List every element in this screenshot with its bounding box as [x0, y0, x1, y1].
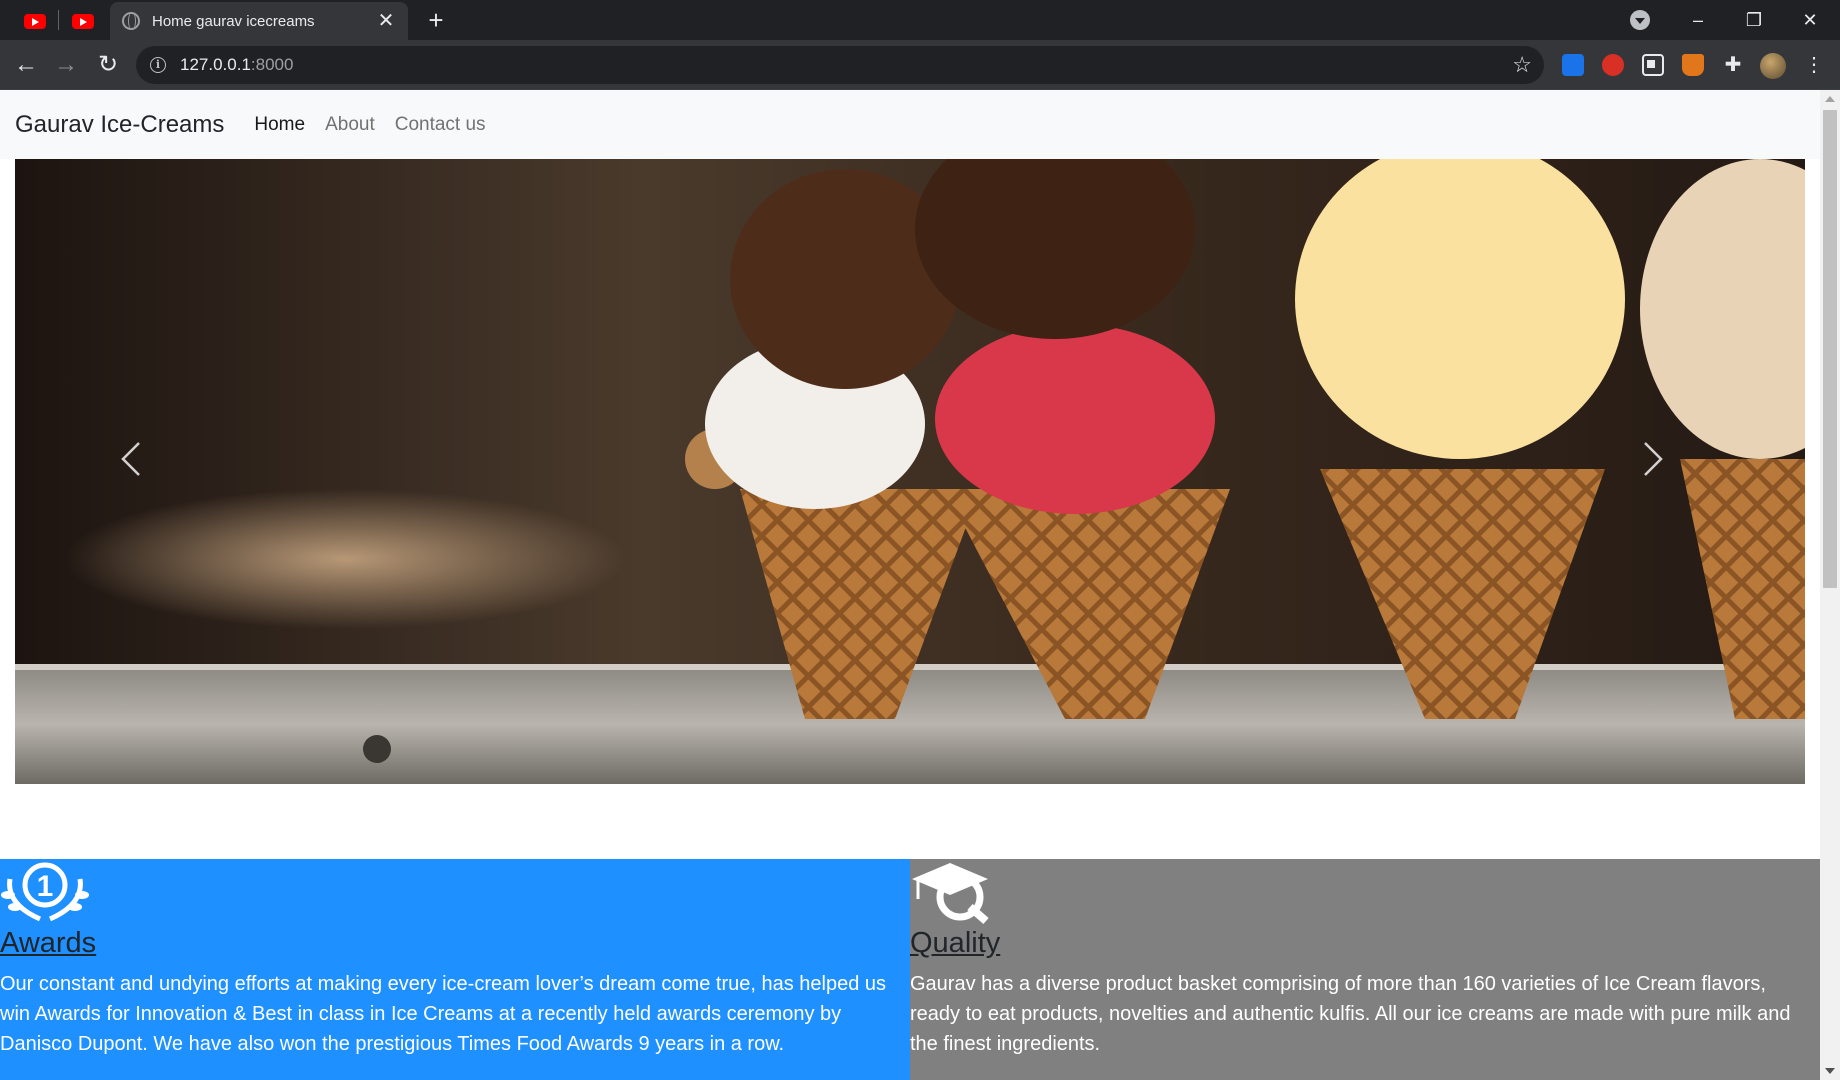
page-viewport: Gaurav Ice-Creams Home About Contact us — [0, 90, 1840, 1080]
restore-button[interactable]: ❐ — [1726, 0, 1782, 40]
site-info-icon[interactable]: i — [150, 57, 166, 73]
chevron-left-icon — [121, 442, 140, 476]
quality-cap-icon — [912, 863, 989, 925]
carousel-next-button[interactable] — [1641, 439, 1701, 499]
globe-icon — [122, 12, 140, 30]
nav-link-about[interactable]: About — [325, 114, 375, 136]
extension-adblock-icon[interactable] — [1602, 54, 1624, 76]
active-tab[interactable]: Home gaurav icecreams ✕ — [110, 2, 408, 40]
ice-cream-cones-photo — [15, 159, 1805, 784]
tab-title: Home gaurav icecreams — [152, 12, 315, 30]
address-bar[interactable]: i 127.0.0.1:8000 ☆ — [136, 46, 1544, 84]
carousel-prev-button[interactable] — [119, 439, 179, 499]
bookmark-star-icon[interactable]: ☆ — [1512, 52, 1532, 78]
youtube-icon — [24, 13, 46, 29]
youtube-icon — [72, 13, 94, 29]
extension-picture-icon[interactable] — [1642, 54, 1664, 76]
forward-button[interactable]: → — [50, 49, 82, 81]
browser-menu-icon[interactable]: ⋮ — [1804, 52, 1824, 78]
scroll-down-arrow[interactable] — [1825, 1068, 1835, 1074]
extensions-puzzle-icon[interactable]: ✚ — [1722, 54, 1744, 76]
extension-metamask-icon[interactable] — [1682, 54, 1704, 76]
profile-avatar[interactable] — [1760, 53, 1786, 79]
url-host: 127.0.0.1 — [180, 55, 251, 74]
hero-carousel — [15, 159, 1805, 784]
pinned-tab-youtube-2[interactable] — [60, 6, 106, 36]
features-section: 1 Awards Our constant and undying effort… — [0, 859, 1820, 1080]
site-navbar: Gaurav Ice-Creams Home About Contact us — [0, 90, 1820, 159]
pinned-tab-youtube-1[interactable] — [12, 6, 58, 36]
feature-awards: 1 Awards Our constant and undying effort… — [0, 859, 910, 1080]
feature-heading-quality[interactable]: Quality — [910, 925, 1820, 961]
feature-text-awards: Our constant and undying efforts at maki… — [0, 973, 887, 1055]
extension-translate-icon[interactable] — [1562, 54, 1584, 76]
browser-toolbar: ← → ↻ i 127.0.0.1:8000 ☆ ✚ ⋮ — [0, 40, 1840, 90]
tab-close-button[interactable]: ✕ — [376, 11, 396, 31]
svg-text:1: 1 — [37, 870, 54, 903]
scroll-thumb[interactable] — [1823, 110, 1837, 588]
url-port: :8000 — [250, 55, 294, 74]
feature-quality: Quality Gaurav has a diverse product bas… — [910, 859, 1820, 1080]
browser-tabstrip: Home gaurav icecreams ✕ + – ❐ ✕ — [0, 0, 1840, 40]
nav-link-contact[interactable]: Contact us — [395, 114, 486, 136]
nav-link-home[interactable]: Home — [254, 114, 305, 136]
new-tab-button[interactable]: + — [422, 6, 450, 34]
window-close-button[interactable]: ✕ — [1782, 0, 1838, 40]
minimize-button[interactable]: – — [1670, 0, 1726, 40]
award-laurel-icon: 1 — [1, 862, 89, 922]
tab-search-icon[interactable] — [1630, 10, 1650, 30]
tab-separator — [58, 10, 59, 30]
site-brand[interactable]: Gaurav Ice-Creams — [15, 111, 224, 139]
page-scrollbar[interactable] — [1820, 90, 1840, 1080]
back-button[interactable]: ← — [10, 49, 42, 81]
feature-heading-awards[interactable]: Awards — [0, 925, 910, 961]
feature-text-quality: Gaurav has a diverse product basket comp… — [910, 973, 1791, 1055]
scroll-up-arrow[interactable] — [1825, 96, 1835, 102]
reload-button[interactable]: ↻ — [92, 49, 124, 81]
chevron-right-icon — [1644, 442, 1663, 476]
